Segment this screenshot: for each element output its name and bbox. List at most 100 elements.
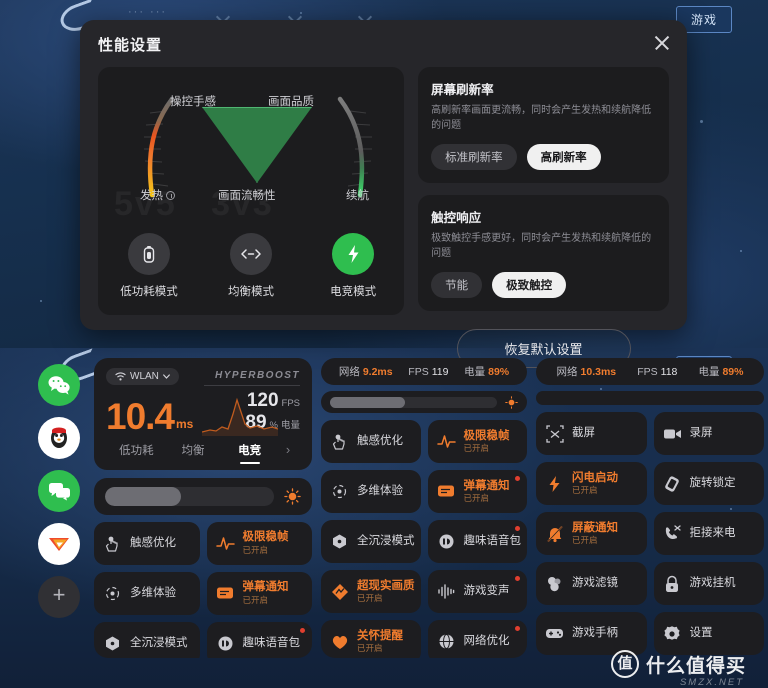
call-reject-icon xyxy=(663,524,682,543)
tile-game-afk[interactable]: 游戏挂机 xyxy=(653,562,764,605)
mid-brightness-row xyxy=(321,391,527,413)
tile-voice-pack[interactable]: 趣味语音包 xyxy=(206,621,312,658)
refresh-rate-title: 屏幕刷新率 xyxy=(431,83,494,97)
tile-danmaku-notification[interactable]: 弹幕通知 已开启 xyxy=(427,470,527,513)
tile-label: 超现实画质 xyxy=(357,579,415,592)
tile-label: 闪电启动 xyxy=(572,471,618,484)
mode-option-balanced[interactable]: 均衡模式 xyxy=(208,233,294,299)
sun-icon[interactable] xyxy=(505,395,518,409)
tile-network-optimization[interactable]: 网络优化 xyxy=(427,620,527,658)
game-center-icon[interactable] xyxy=(38,523,80,565)
tile-extreme-frame-stability[interactable]: 极限稳帧 已开启 xyxy=(206,521,312,565)
orbit-icon xyxy=(330,482,349,501)
qq-glyph xyxy=(51,427,67,448)
tile-label: 全沉浸模式 xyxy=(357,535,415,548)
tile-gamepad[interactable]: 游戏手柄 xyxy=(536,612,647,655)
mode-option-low-power[interactable]: 低功耗模式 xyxy=(106,233,192,299)
right-status-header: 网络 10.3ms FPS 118 电量 89% xyxy=(536,358,764,385)
tile-status: 已开启 xyxy=(242,544,269,555)
wifi-icon xyxy=(115,372,126,381)
tile-label: 游戏变声 xyxy=(463,585,510,598)
mode-tab-esports[interactable]: 电竞 xyxy=(221,442,278,464)
brightness-card xyxy=(94,477,312,515)
right-battery-stat: 电量 89% xyxy=(698,366,744,378)
tile-status: 已开启 xyxy=(357,643,383,654)
tile-status: 已开启 xyxy=(242,594,269,605)
watermark-text: 什么值得买 xyxy=(645,655,746,677)
tile-voice-changer[interactable]: 游戏变声 xyxy=(427,570,527,613)
touch-option-extreme[interactable]: 极致触控 xyxy=(492,272,567,298)
tile-multi-experience[interactable]: 多维体验 xyxy=(321,470,421,513)
add-app-button[interactable]: + xyxy=(38,576,80,618)
qq-icon[interactable] xyxy=(38,417,80,459)
refresh-option-high[interactable]: 高刷新率 xyxy=(526,144,601,170)
tile-voice-pack[interactable]: 趣味语音包 xyxy=(427,520,527,563)
assistant-main-column: WLAN HYPERBOOST 10.4 ms 120 FPS 89 % 电量 … xyxy=(94,358,312,658)
right-fps-stat: FPS 118 xyxy=(637,365,678,378)
tile-touch-optimization[interactable]: 触感优化 xyxy=(94,521,200,565)
tile-full-immersion[interactable]: 全沉浸模式 xyxy=(94,621,200,658)
tile-label: 触感优化 xyxy=(130,537,176,549)
tile-label: 游戏手柄 xyxy=(572,627,618,640)
mode-option-esports[interactable]: 电竞模式 xyxy=(310,233,396,299)
dialog-title: 性能设置 xyxy=(98,37,163,54)
refresh-rate-desc: 高刷新率画面更流畅，同时会产生发热和续航降低的问题 xyxy=(431,105,652,131)
tile-screenshot[interactable]: 截屏 xyxy=(536,412,647,455)
tile-label: 多维体验 xyxy=(130,587,176,599)
info-icon[interactable] xyxy=(166,191,175,200)
tile-status: 已开启 xyxy=(463,493,490,504)
mode-tab-balanced[interactable]: 均衡 xyxy=(165,442,222,464)
refresh-option-standard[interactable]: 标准刷新率 xyxy=(431,144,517,170)
gauge-label-quality: 画面品质 xyxy=(268,96,314,108)
tile-game-filter[interactable]: 游戏滤镜 xyxy=(536,562,647,605)
notification-badge xyxy=(515,626,520,631)
rotate-lock-icon xyxy=(663,474,682,493)
tile-label: 弹幕通知 xyxy=(463,479,510,492)
tile-touch-optimization[interactable]: 触感优化 xyxy=(321,420,421,463)
cube-icon xyxy=(330,532,349,551)
close-icon[interactable] xyxy=(653,34,671,52)
tile-settings[interactable]: 设置 xyxy=(653,612,764,655)
touch-response-card: 触控响应 极致触控手感更好，同时会产生发热和续航降低的问题 节能 极致触控 xyxy=(418,195,669,311)
gauge-label-battery: 续航 xyxy=(346,190,369,202)
mid-fps-stat: FPS 119 xyxy=(408,365,449,378)
tile-status: 已开启 xyxy=(463,443,490,454)
lock-icon xyxy=(663,574,682,593)
tile-rotation-lock[interactable]: 旋转锁定 xyxy=(653,462,764,505)
messages-icon[interactable] xyxy=(38,470,80,512)
tile-multi-experience[interactable]: 多维体验 xyxy=(94,571,200,615)
tile-label: 极限稳帧 xyxy=(463,429,510,442)
mode-tab-low-power[interactable]: 低功耗 xyxy=(108,442,165,464)
hyperboost-underline xyxy=(204,385,300,386)
bell-off-icon xyxy=(545,524,564,543)
voice-changer-icon xyxy=(437,582,456,601)
hud-top-left-text: ··· ··· xyxy=(128,6,168,18)
tile-flash-launch[interactable]: 闪电启动 已开启 xyxy=(536,462,647,505)
mode-label: 低功耗模式 xyxy=(120,286,178,298)
tile-hyper-realistic-quality[interactable]: 超现实画质 已开启 xyxy=(321,570,421,613)
battery-icon xyxy=(128,233,171,275)
app-shortcut-rail: + xyxy=(33,358,85,688)
touch-option-saving[interactable]: 节能 xyxy=(431,272,483,298)
wechat-icon[interactable] xyxy=(38,364,80,406)
tile-reject-calls[interactable]: 拒接来电 xyxy=(653,512,764,555)
wechat-glyph xyxy=(48,376,70,395)
tile-care-reminder[interactable]: 关怀提醒 已开启 xyxy=(321,620,421,658)
tile-label: 设置 xyxy=(689,627,713,640)
gauge-label-control: 操控手感 xyxy=(170,96,216,108)
tile-extreme-frame-stability[interactable]: 极限稳帧 已开启 xyxy=(427,420,527,463)
brightness-slider[interactable] xyxy=(105,486,274,506)
tile-screen-record[interactable]: 录屏 xyxy=(653,412,764,455)
tile-full-immersion[interactable]: 全沉浸模式 xyxy=(321,520,421,563)
notification-badge xyxy=(515,526,520,531)
tile-block-notifications[interactable]: 屏蔽通知 已开启 xyxy=(536,512,647,555)
filter-icon xyxy=(545,574,564,593)
mid-brightness-slider[interactable] xyxy=(330,396,497,408)
tile-label: 关怀提醒 xyxy=(357,629,403,642)
tile-danmaku-notification[interactable]: 弹幕通知 已开启 xyxy=(206,571,312,615)
wlan-selector[interactable]: WLAN xyxy=(106,368,179,385)
tile-label: 游戏滤镜 xyxy=(572,577,618,590)
tile-label: 拒接来电 xyxy=(689,527,736,540)
sun-icon[interactable] xyxy=(284,487,301,505)
chevron-right-icon[interactable]: › xyxy=(278,442,298,463)
